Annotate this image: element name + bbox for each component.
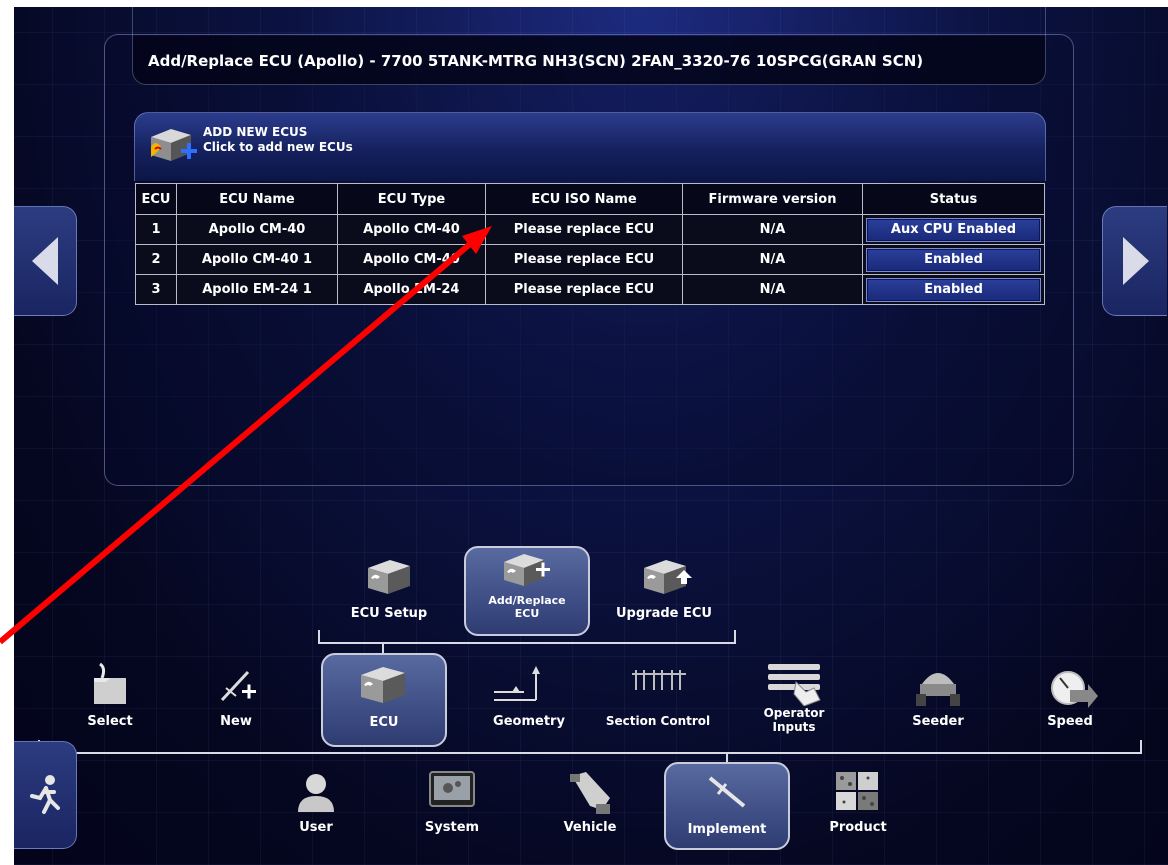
ecu-table: ECU ECU Name ECU Type ECU ISO Name Firmw… — [135, 183, 1045, 305]
vehicle-label: Vehicle — [563, 820, 617, 835]
system-button[interactable]: System — [410, 768, 494, 848]
table-row[interactable]: 3 Apollo EM-24 1 Apollo EM-24 Please rep… — [135, 274, 1045, 305]
user-label: User — [299, 820, 333, 835]
vehicle-icon — [570, 772, 610, 814]
product-icon — [836, 772, 878, 810]
column-header-ecu-name: ECU Name — [176, 183, 338, 215]
upgrade-ecu-label: Upgrade ECU — [616, 606, 712, 621]
operator-inputs-icon — [768, 664, 821, 706]
ecu-type-cell: Apollo EM-24 — [337, 274, 486, 305]
arrow-right-icon — [1123, 237, 1149, 285]
ecu-button[interactable]: ECU — [321, 653, 447, 747]
select-label: Select — [87, 714, 133, 729]
implement-button[interactable]: Implement — [664, 762, 790, 850]
geometry-button[interactable]: Geometry — [474, 662, 584, 742]
select-button[interactable]: Select — [70, 662, 150, 742]
seeder-label: Seeder — [912, 714, 964, 729]
operator-inputs-label: Operator Inputs — [763, 706, 825, 734]
speed-button[interactable]: Speed — [1030, 662, 1110, 742]
running-person-icon — [30, 775, 60, 814]
ecu-add-icon — [504, 554, 550, 586]
ecu-iso-name-cell: Please replace ECU — [485, 274, 683, 305]
section-control-button[interactable]: Section Control — [596, 662, 720, 742]
ecu-number-cell: 3 — [135, 274, 177, 305]
ecu-number-cell: 2 — [135, 244, 177, 275]
exit-button[interactable] — [14, 741, 77, 849]
implement-menu-bracket — [38, 740, 1142, 754]
ecu-name-cell: Apollo CM-40 1 — [176, 244, 338, 275]
top-strip — [132, 7, 1046, 37]
status-cell: Enabled — [862, 244, 1045, 275]
status-button[interactable]: Aux CPU Enabled — [866, 217, 1041, 242]
ecu-icon — [361, 667, 405, 703]
ecu-label: ECU — [369, 715, 399, 730]
ecu-number-cell: 1 — [135, 214, 177, 245]
column-header-ecu-type: ECU Type — [337, 183, 486, 215]
add-replace-ecu-label: Add/Replace ECU — [488, 594, 566, 620]
operator-inputs-button[interactable]: Operator Inputs — [744, 660, 844, 744]
new-label: New — [220, 714, 252, 729]
next-page-button[interactable] — [1102, 206, 1167, 316]
ecu-setup-button[interactable]: ECU Setup — [334, 548, 444, 636]
column-header-firmware-version: Firmware version — [682, 183, 863, 215]
ecu-type-cell: Apollo CM-40 — [337, 214, 486, 245]
firmware-cell: N/A — [682, 274, 863, 305]
column-header-ecu: ECU — [135, 183, 177, 215]
product-button[interactable]: Product — [818, 768, 898, 848]
ecu-upgrade-icon — [644, 560, 692, 594]
arrow-left-icon — [32, 237, 58, 285]
user-button[interactable]: User — [276, 768, 356, 848]
status-cell: Enabled — [862, 274, 1045, 305]
ecu-name-cell: Apollo EM-24 1 — [176, 274, 338, 305]
upgrade-ecu-button[interactable]: Upgrade ECU — [604, 548, 724, 636]
submenu-bracket — [318, 630, 736, 644]
status-button[interactable]: Enabled — [866, 277, 1041, 302]
white-margin-top — [0, 0, 1168, 7]
table-header-row: ECU ECU Name ECU Type ECU ISO Name Firmw… — [135, 183, 1045, 215]
status-cell: Aux CPU Enabled — [862, 214, 1045, 245]
page-title: Add/Replace ECU (Apollo) - 7700 5TANK-MT… — [148, 52, 924, 70]
system-icon — [429, 771, 475, 807]
add-new-ecus-button[interactable]: ADD NEW ECUS Click to add new ECUs — [134, 112, 1046, 181]
ecu-type-cell: Apollo CM-40 — [337, 244, 486, 275]
status-button[interactable]: Enabled — [866, 247, 1041, 272]
geometry-label: Geometry — [493, 714, 565, 729]
new-implement-icon — [220, 670, 256, 702]
implement-icon — [708, 776, 746, 808]
new-button[interactable]: New — [196, 662, 276, 742]
add-replace-ecu-button[interactable]: Add/Replace ECU — [464, 546, 590, 636]
seeder-icon — [916, 673, 960, 706]
column-header-status: Status — [862, 183, 1045, 215]
speed-icon — [1051, 671, 1098, 708]
column-header-ecu-iso-name: ECU ISO Name — [485, 183, 683, 215]
product-label: Product — [829, 820, 887, 835]
ecu-setup-label: ECU Setup — [350, 606, 428, 621]
seeder-button[interactable]: Seeder — [888, 662, 988, 742]
ecu-icon — [368, 560, 410, 594]
firmware-cell: N/A — [682, 244, 863, 275]
ecu-add-icon — [145, 123, 201, 167]
table-row[interactable]: 2 Apollo CM-40 1 Apollo CM-40 Please rep… — [135, 244, 1045, 275]
add-new-ecus-subtext: Click to add new ECUs — [203, 140, 353, 154]
geometry-icon — [494, 666, 540, 701]
ecu-iso-name-cell: Please replace ECU — [485, 244, 683, 275]
white-margin-left — [0, 0, 14, 865]
ecu-name-cell: Apollo CM-40 — [176, 214, 338, 245]
screen: Add/Replace ECU (Apollo) - 7700 5TANK-MT… — [0, 0, 1168, 865]
vehicle-button[interactable]: Vehicle — [550, 768, 630, 848]
user-icon — [298, 774, 334, 812]
folder-icon — [94, 662, 126, 704]
ecu-iso-name-cell: Please replace ECU — [485, 214, 683, 245]
section-control-icon — [632, 670, 686, 690]
firmware-cell: N/A — [682, 214, 863, 245]
table-row[interactable]: 1 Apollo CM-40 Apollo CM-40 Please repla… — [135, 214, 1045, 245]
system-label: System — [424, 820, 480, 835]
implement-label: Implement — [687, 822, 767, 837]
previous-page-button[interactable] — [14, 206, 77, 316]
speed-label: Speed — [1047, 714, 1093, 729]
section-control-label: Section Control — [605, 714, 711, 728]
add-new-ecus-heading: ADD NEW ECUS — [203, 125, 308, 139]
